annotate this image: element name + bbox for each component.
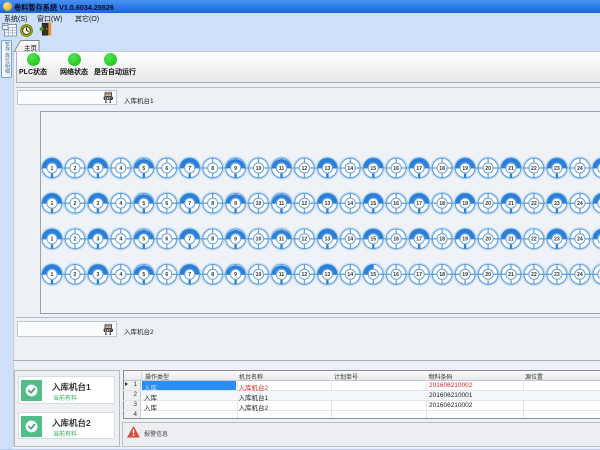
svg-text:16: 16 xyxy=(393,237,399,243)
svg-text:4: 4 xyxy=(119,237,122,243)
svg-text:16: 16 xyxy=(393,272,399,278)
svg-text:19: 19 xyxy=(462,201,468,207)
svg-text:9: 9 xyxy=(234,237,237,243)
svg-text:19: 19 xyxy=(462,166,468,172)
svg-text:5: 5 xyxy=(142,237,145,243)
svg-text:10: 10 xyxy=(256,237,262,243)
svg-text:21: 21 xyxy=(508,201,514,207)
svg-text:1: 1 xyxy=(51,237,54,243)
svg-text:19: 19 xyxy=(462,237,468,243)
svg-text:10: 10 xyxy=(256,201,262,207)
svg-text:2: 2 xyxy=(74,272,77,278)
svg-text:1: 1 xyxy=(51,166,54,172)
svg-text:10: 10 xyxy=(256,272,262,278)
svg-text:6: 6 xyxy=(165,166,168,172)
svg-text:3: 3 xyxy=(96,201,99,207)
svg-text:4: 4 xyxy=(119,201,122,207)
svg-text:15: 15 xyxy=(370,166,376,172)
svg-text:7: 7 xyxy=(188,201,191,207)
svg-text:15: 15 xyxy=(370,237,376,243)
svg-text:3: 3 xyxy=(96,166,99,172)
svg-text:21: 21 xyxy=(508,237,514,243)
svg-text:23: 23 xyxy=(554,237,560,243)
svg-text:21: 21 xyxy=(508,272,514,278)
svg-text:23: 23 xyxy=(554,201,560,207)
svg-text:13: 13 xyxy=(325,166,331,172)
svg-text:22: 22 xyxy=(531,201,537,207)
svg-text:21: 21 xyxy=(508,166,514,172)
svg-text:1: 1 xyxy=(51,272,54,278)
svg-text:10: 10 xyxy=(256,166,262,172)
svg-text:7: 7 xyxy=(188,166,191,172)
svg-text:14: 14 xyxy=(347,237,353,243)
svg-text:24: 24 xyxy=(577,201,583,207)
svg-text:4: 4 xyxy=(119,166,122,172)
svg-text:8: 8 xyxy=(211,237,214,243)
svg-text:7: 7 xyxy=(188,237,191,243)
svg-text:20: 20 xyxy=(485,166,491,172)
svg-text:24: 24 xyxy=(577,237,583,243)
svg-text:16: 16 xyxy=(393,201,399,207)
svg-text:24: 24 xyxy=(577,272,583,278)
svg-text:17: 17 xyxy=(416,166,422,172)
svg-text:13: 13 xyxy=(325,272,331,278)
svg-text:18: 18 xyxy=(439,201,445,207)
svg-text:14: 14 xyxy=(347,272,353,278)
svg-text:23: 23 xyxy=(554,166,560,172)
svg-text:14: 14 xyxy=(347,166,353,172)
svg-text:7: 7 xyxy=(188,272,191,278)
svg-text:5: 5 xyxy=(142,201,145,207)
svg-text:13: 13 xyxy=(325,237,331,243)
svg-text:20: 20 xyxy=(485,272,491,278)
svg-text:16: 16 xyxy=(393,166,399,172)
svg-text:9: 9 xyxy=(234,166,237,172)
svg-text:18: 18 xyxy=(439,166,445,172)
svg-text:17: 17 xyxy=(416,272,422,278)
svg-text:8: 8 xyxy=(211,272,214,278)
svg-text:9: 9 xyxy=(234,201,237,207)
svg-text:5: 5 xyxy=(142,166,145,172)
svg-text:4: 4 xyxy=(119,272,122,278)
svg-text:22: 22 xyxy=(531,272,537,278)
svg-text:15: 15 xyxy=(370,201,376,207)
svg-text:15: 15 xyxy=(370,272,376,278)
svg-text:12: 12 xyxy=(302,201,308,207)
svg-text:6: 6 xyxy=(165,272,168,278)
svg-text:9: 9 xyxy=(234,272,237,278)
svg-text:6: 6 xyxy=(165,237,168,243)
svg-text:8: 8 xyxy=(211,166,214,172)
svg-text:11: 11 xyxy=(279,272,285,278)
svg-text:20: 20 xyxy=(485,201,491,207)
svg-text:13: 13 xyxy=(325,201,331,207)
svg-text:20: 20 xyxy=(485,237,491,243)
svg-text:12: 12 xyxy=(302,272,308,278)
svg-text:11: 11 xyxy=(279,237,285,243)
svg-text:8: 8 xyxy=(211,201,214,207)
svg-text:18: 18 xyxy=(439,237,445,243)
svg-text:22: 22 xyxy=(531,166,537,172)
svg-text:2: 2 xyxy=(74,201,77,207)
svg-text:3: 3 xyxy=(96,272,99,278)
svg-text:22: 22 xyxy=(531,237,537,243)
svg-text:11: 11 xyxy=(279,166,285,172)
svg-text:23: 23 xyxy=(554,272,560,278)
svg-text:24: 24 xyxy=(577,166,583,172)
svg-text:17: 17 xyxy=(416,201,422,207)
svg-text:12: 12 xyxy=(302,166,308,172)
svg-text:5: 5 xyxy=(142,272,145,278)
svg-text:2: 2 xyxy=(74,237,77,243)
svg-text:3: 3 xyxy=(96,237,99,243)
svg-text:12: 12 xyxy=(302,237,308,243)
svg-text:6: 6 xyxy=(165,201,168,207)
svg-text:2: 2 xyxy=(74,166,77,172)
svg-text:1: 1 xyxy=(51,201,54,207)
svg-text:19: 19 xyxy=(462,272,468,278)
svg-text:18: 18 xyxy=(439,272,445,278)
svg-text:17: 17 xyxy=(416,237,422,243)
svg-text:14: 14 xyxy=(347,201,353,207)
svg-text:11: 11 xyxy=(279,201,285,207)
